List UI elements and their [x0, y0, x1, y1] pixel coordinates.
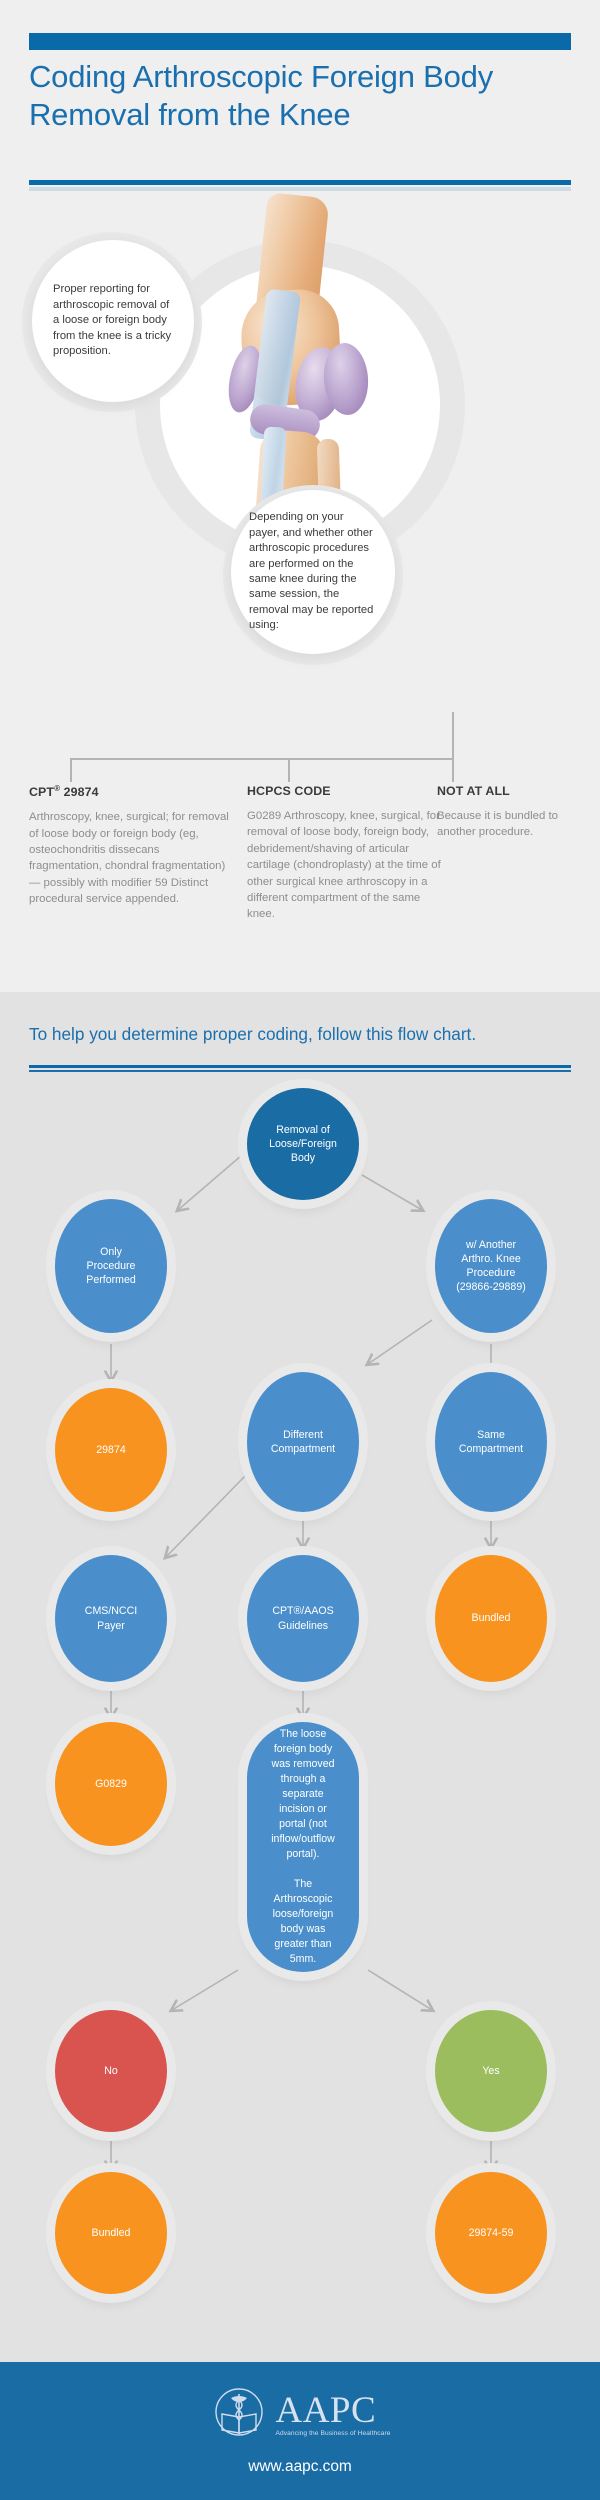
- flow-node-yes[interactable]: Yes: [435, 2010, 547, 2132]
- code-column-not-at-all-heading: NOT AT ALL: [437, 784, 510, 798]
- flow-node-different-compartment-label: Different Compartment: [270, 1428, 336, 1455]
- flow-node-bundled-right[interactable]: Bundled: [435, 1555, 547, 1682]
- flow-node-29874-59[interactable]: 29874-59: [435, 2172, 547, 2294]
- flow-node-different-compartment[interactable]: Different Compartment: [247, 1372, 359, 1512]
- flow-node-g0829-label: G0829: [95, 1777, 127, 1790]
- code-column-cpt-heading: CPT® 29874: [29, 784, 234, 799]
- aapc-caduceus-logo-icon: [215, 2388, 264, 2436]
- flow-node-cms-ncci-payer[interactable]: CMS/NCCI Payer: [55, 1555, 167, 1682]
- flow-node-only-procedure-performed[interactable]: Only Procedure Performed: [55, 1199, 167, 1333]
- flow-node-no-label: No: [104, 2064, 118, 2077]
- flow-node-another-arthro-knee-procedure-label: w/ Another Arthro. Knee Procedure (29866…: [456, 1238, 526, 1294]
- callout-bubble-2: Depending on your payer, and whether oth…: [231, 490, 395, 654]
- bracket-stem: [452, 712, 454, 760]
- flow-node-criteria-label: The loose foreign body was removed throu…: [271, 1728, 335, 1965]
- flow-node-cpt-aaos-guidelines-label: CPT®/AAOS Guidelines: [272, 1605, 334, 1632]
- aapc-wordmark: AAPC: [275, 2389, 377, 2431]
- flow-node-cms-ncci-payer-label: CMS/NCCI Payer: [84, 1605, 138, 1632]
- flow-node-cpt-aaos-guidelines[interactable]: CPT®/AAOS Guidelines: [247, 1555, 359, 1682]
- code-column-not-at-all-body: Because it is bundled to another procedu…: [437, 810, 558, 839]
- hero-section: Proper reporting for arthroscopic remova…: [0, 192, 600, 700]
- header-rule-secondary: [29, 187, 571, 191]
- header-rule-primary: [29, 180, 571, 185]
- code-column-cpt-heading-rest: 29874: [60, 785, 99, 800]
- flow-node-bundled-bottom[interactable]: Bundled: [55, 2172, 167, 2294]
- flow-node-no[interactable]: No: [55, 2010, 167, 2132]
- flow-node-g0829[interactable]: G0829: [55, 1722, 167, 1846]
- flow-node-only-procedure-performed-label: Only Procedure Performed: [86, 1245, 136, 1287]
- footer-url[interactable]: www.aapc.com: [0, 2458, 600, 2476]
- header-top-bar: [29, 33, 571, 50]
- flow-node-same-compartment[interactable]: Same Compartment: [435, 1372, 547, 1512]
- code-column-cpt-heading-main: CPT: [29, 785, 55, 800]
- flow-node-29874-59-label: 29874-59: [468, 2226, 514, 2239]
- flowchart-section: To help you determine proper coding, fol…: [0, 992, 600, 2362]
- infographic-page: Coding Arthroscopic Foreign Body Removal…: [0, 0, 600, 2500]
- flow-node-bundled-right-label: Bundled: [471, 1612, 511, 1625]
- flow-node-another-arthro-knee-procedure[interactable]: w/ Another Arthro. Knee Procedure (29866…: [435, 1199, 547, 1333]
- code-column-not-at-all: NOT AT ALL Because it is bundled to anot…: [437, 784, 587, 841]
- flow-node-29874-label: 29874: [96, 1443, 126, 1456]
- aapc-tagline: Advancing the Business of Healthcare: [275, 2429, 391, 2437]
- code-column-hcpcs-body: G0289 Arthroscopy, knee, surgical, for r…: [247, 810, 441, 921]
- callout-bubble-2-text: Depending on your payer, and whether oth…: [249, 511, 374, 632]
- code-column-hcpcs-heading: HCPCS CODE: [247, 784, 331, 798]
- bracket-drop-3: [452, 758, 454, 782]
- callout-bubble-1-text: Proper reporting for arthroscopic remova…: [53, 283, 172, 358]
- flow-node-bundled-bottom-label: Bundled: [91, 2226, 131, 2239]
- code-column-cpt: CPT® 29874 Arthroscopy, knee, surgical; …: [29, 784, 234, 908]
- code-column-hcpcs: HCPCS CODE G0289 Arthroscopy, knee, surg…: [247, 784, 442, 923]
- flow-node-criteria[interactable]: The loose foreign body was removed throu…: [247, 1722, 359, 1972]
- flow-node-29874[interactable]: 29874: [55, 1388, 167, 1512]
- bracket-drop-1: [70, 758, 72, 782]
- knee-anatomy-illustration: [200, 192, 400, 530]
- page-title: Coding Arthroscopic Foreign Body Removal…: [29, 59, 494, 132]
- footer: AAPC Advancing the Business of Healthcar…: [0, 2362, 600, 2500]
- footer-logo: AAPC Advancing the Business of Healthcar…: [0, 2384, 600, 2444]
- flow-node-removal-of-loose-foreign-body-label: Removal of Loose/Foreign Body: [269, 1123, 337, 1165]
- flow-node-yes-label: Yes: [482, 2064, 500, 2077]
- bracket-drop-2: [288, 758, 290, 782]
- bracket-horizontal: [70, 758, 454, 760]
- flow-node-same-compartment-label: Same Compartment: [458, 1428, 524, 1455]
- callout-bubble-1: Proper reporting for arthroscopic remova…: [32, 240, 194, 402]
- flow-node-removal-of-loose-foreign-body[interactable]: Removal of Loose/Foreign Body: [247, 1088, 359, 1200]
- code-column-cpt-body: Arthroscopy, knee, surgical; for removal…: [29, 811, 229, 906]
